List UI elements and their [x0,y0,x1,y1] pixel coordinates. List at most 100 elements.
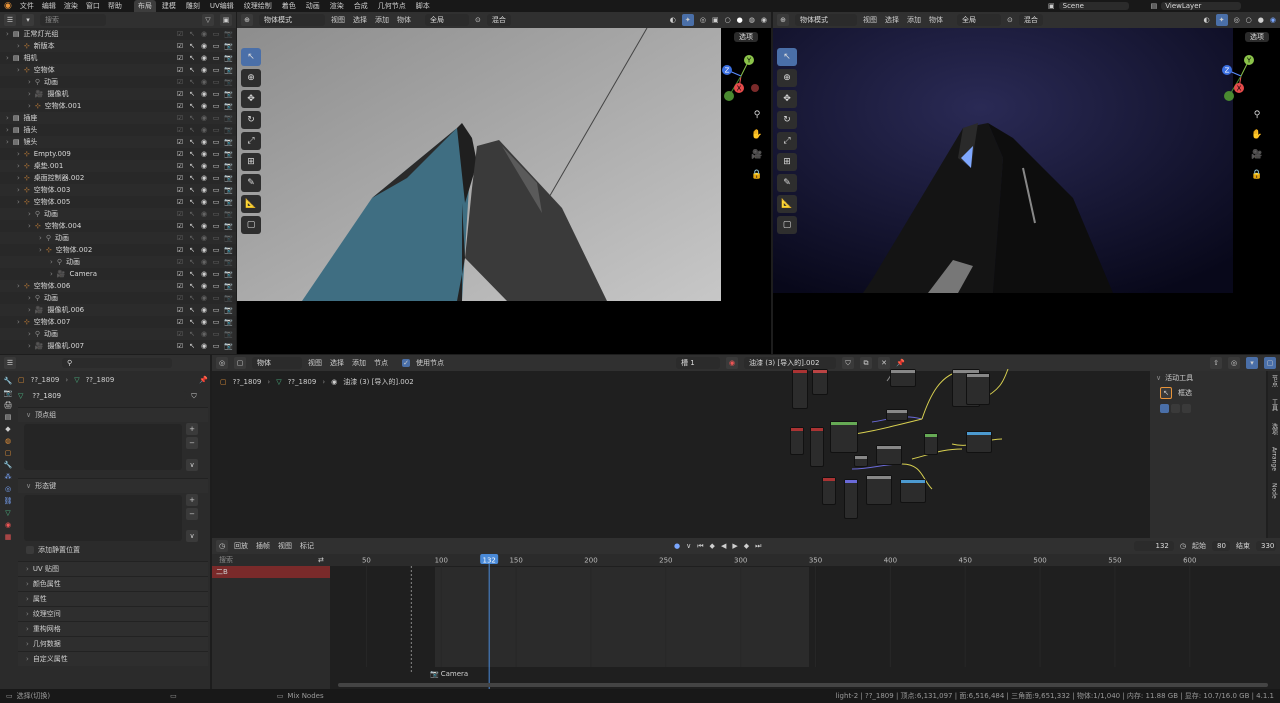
expand-chevron-icon[interactable]: › [6,30,9,38]
gizmo-negative-y[interactable] [724,91,734,101]
render-icon[interactable]: 📷 [224,246,233,254]
select-icon[interactable]: ↖ [188,198,196,206]
checkbox-icon[interactable]: ☑ [176,306,184,314]
shader-node[interactable] [890,369,916,387]
parent-node-tree-icon[interactable]: ⇧ [1210,357,1222,369]
checkbox-icon[interactable]: ☑ [176,66,184,74]
eye-icon[interactable]: ◉ [200,198,208,206]
viewport-icon[interactable]: ▭ [212,174,220,182]
keying-set-icon[interactable]: ∨ [686,542,691,550]
move-tool[interactable]: ✥ [241,90,261,108]
expand-chevron-icon[interactable]: › [17,150,20,158]
outliner-row[interactable]: › ⊹ 空物体.005 ☑ ↖ ◉ ▭ 📷 [0,196,236,208]
expand-chevron-icon[interactable]: › [17,42,20,50]
remove-vertex-group-icon[interactable]: − [186,437,198,449]
menu-item[interactable]: 物体 [397,16,411,24]
visibility-icon[interactable]: ◐ [1203,16,1209,24]
viewport-icon[interactable]: ▭ [212,162,220,170]
gizmo-negative-y[interactable] [1224,91,1234,101]
select-icon[interactable]: ↖ [188,138,196,146]
options-button[interactable]: 选项 [734,32,758,42]
render-icon[interactable]: 📷 [224,78,233,86]
checkbox-icon[interactable]: ☑ [176,114,184,122]
rotate-tool[interactable]: ↻ [241,111,261,129]
duplicate-material-icon[interactable]: ⧉ [860,357,872,369]
viewport-icon[interactable]: ▭ [212,114,220,122]
workspace-tab[interactable]: 脚本 [412,0,434,12]
checkbox-icon[interactable]: ☑ [176,282,184,290]
unlink-material-icon[interactable]: ✕ [878,357,890,369]
eye-icon[interactable]: ◉ [200,342,208,350]
shading-render-icon[interactable]: ◉ [761,16,767,24]
shader-node[interactable] [866,475,892,505]
checkbox-icon[interactable]: ☑ [176,30,184,38]
expand-chevron-icon[interactable]: › [28,294,31,302]
viewport-left[interactable]: ⊕ 物体模式 视图 选择 添加 物体 全局 ⊙ 混合 ◐ ✦ ◎ ▣ ○ ● ◍ ◉ … [237,12,771,354]
outliner-row[interactable]: › ⊹ 空物体.004 ☑ ↖ ◉ ▭ 📷 [0,220,236,232]
render-icon[interactable]: 📷 [224,126,233,134]
expand-chevron-icon[interactable]: › [17,282,20,290]
checkbox-icon[interactable]: ☑ [176,102,184,110]
checkbox-icon[interactable]: ☑ [176,318,184,326]
viewport-icon[interactable]: ▭ [212,210,220,218]
outliner-row[interactable]: › ⚲ 动画 ☑ ↖ ◉ ▭ 📷 [0,208,236,220]
viewport-icon[interactable]: ▭ [212,66,220,74]
outliner-editor-type-icon[interactable]: ☰ [4,14,16,26]
eye-icon[interactable]: ◉ [200,258,208,266]
overlay-icon[interactable]: ◎ [1234,16,1240,24]
checkbox-icon[interactable]: ☑ [176,258,184,266]
select-icon[interactable]: ↖ [188,318,196,326]
menu-3[interactable]: 窗口 [86,1,100,11]
menu-item[interactable]: 节点 [374,359,388,367]
outliner-row[interactable]: › ⊹ 空物体.006 ☑ ↖ ◉ ▭ 📷 [0,280,236,292]
eye-icon[interactable]: ◉ [200,114,208,122]
eye-icon[interactable]: ◉ [200,294,208,302]
select-icon[interactable]: ↖ [188,342,196,350]
visibility-icon[interactable]: ◐ [670,16,676,24]
menu-item[interactable]: 添加 [907,16,921,24]
select-icon[interactable]: ↖ [188,270,196,278]
lock-icon[interactable]: 🔒 [750,168,764,182]
shader-node[interactable] [924,433,938,455]
clock-icon[interactable]: ◷ [1180,542,1186,550]
viewport-icon[interactable]: ▭ [212,270,220,278]
eye-icon[interactable]: ◉ [200,162,208,170]
select-icon[interactable]: ↖ [188,78,196,86]
select-icon[interactable]: ↖ [188,258,196,266]
expand-chevron-icon[interactable]: › [6,114,9,122]
pan-hand-icon[interactable]: ✋ [1250,128,1264,142]
workspace-tab[interactable]: 渲染 [326,0,348,12]
shader-type-selector[interactable]: 物体 [252,357,302,369]
properties-section[interactable]: › UV 贴图 [18,561,208,576]
shape-key-menu-icon[interactable]: ∨ [186,530,198,542]
checkbox-icon[interactable]: ☑ [176,54,184,62]
select-icon[interactable]: ↖ [188,210,196,218]
overlay-icon[interactable]: ◎ [1228,357,1240,369]
vertex-groups-panel[interactable]: ∨ 顶点组 [18,407,208,422]
eye-icon[interactable]: ◉ [200,270,208,278]
viewport-icon[interactable]: ▭ [212,234,220,242]
end-frame-field[interactable]: 330 [1256,541,1276,551]
view-layer-tab-icon[interactable]: ▤ [5,413,12,421]
render-icon[interactable]: 📷 [224,198,233,206]
shader-node[interactable] [792,369,808,409]
active-tool-panel-header[interactable]: ∨ 活动工具 [1150,371,1266,385]
outliner-row[interactable]: › ▤ 插头 ☑ ↖ ◉ ▭ 📷 [0,124,236,136]
render-icon[interactable]: 📷 [224,162,233,170]
navigation-gizmo[interactable]: Y X Z [1219,52,1263,102]
select-icon[interactable]: ↖ [188,282,196,290]
scale-tool[interactable]: ⤢ [777,132,797,150]
properties-search[interactable]: ⚲ [62,358,172,368]
auto-keying-icon[interactable]: ● [674,542,680,550]
editor-type-icon[interactable]: ⊕ [777,14,789,26]
sidebar-tab[interactable]: Node [1271,483,1278,499]
menu-4[interactable]: 帮助 [108,1,122,11]
render-icon[interactable]: 📷 [224,186,233,194]
viewport-icon[interactable]: ▭ [212,222,220,230]
shader-node[interactable] [812,369,828,395]
checkbox-icon[interactable]: ☑ [176,42,184,50]
overlay-icon[interactable]: ◎ [700,16,706,24]
expand-chevron-icon[interactable]: › [17,66,20,74]
rotate-tool[interactable]: ↻ [777,111,797,129]
camera-marker[interactable]: 📷 Camera [430,670,468,678]
